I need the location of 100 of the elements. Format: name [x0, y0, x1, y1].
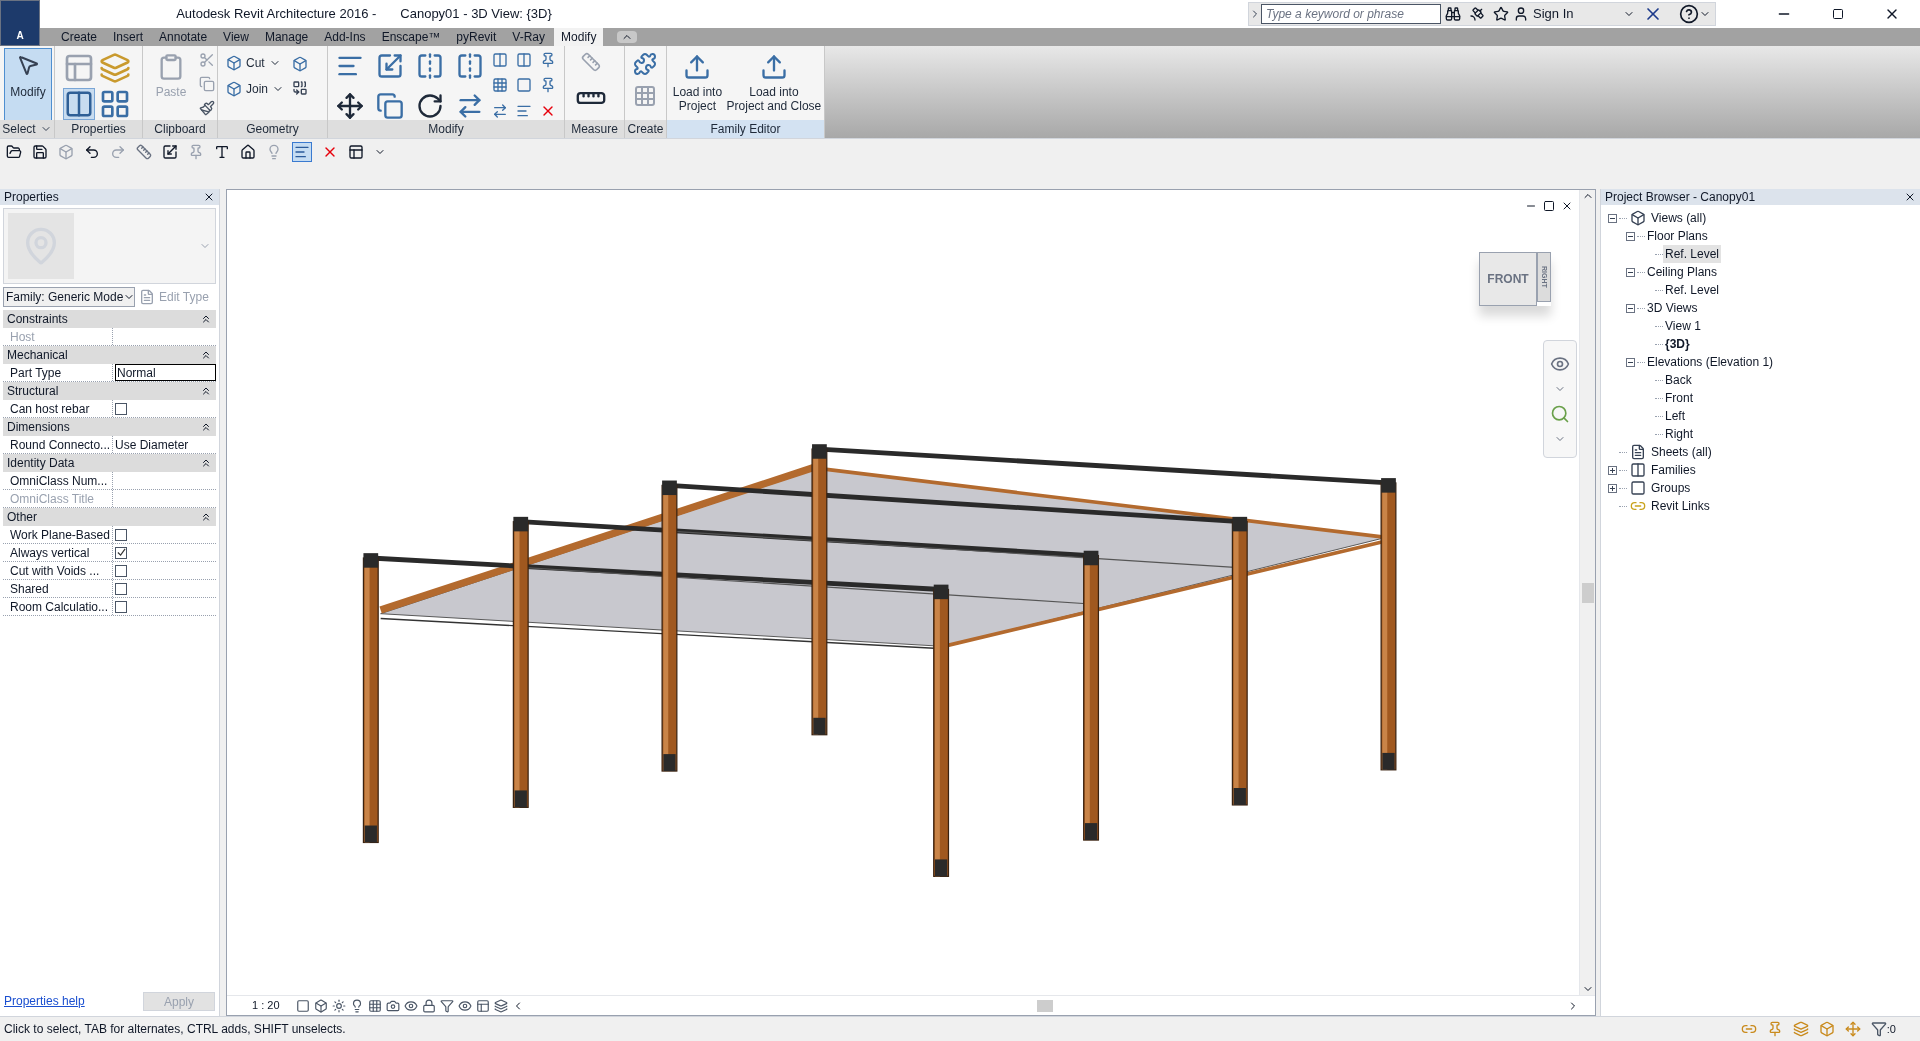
close-icon[interactable] — [203, 191, 215, 203]
ribbon-tab[interactable]: Enscape™ — [374, 28, 448, 46]
ribbon-tab[interactable]: Modify — [554, 28, 604, 46]
scrollbar-thumb[interactable] — [1037, 999, 1054, 1012]
restore-icon[interactable] — [1832, 8, 1844, 20]
switch-windows-icon[interactable] — [348, 144, 364, 160]
rotate-icon[interactable] — [416, 92, 444, 120]
expand-toggle-icon[interactable] — [1607, 483, 1617, 493]
ribbon-tool-button[interactable]: Join — [222, 78, 288, 100]
application-menu-button[interactable]: A — [0, 0, 40, 46]
sun-path-icon[interactable] — [331, 998, 346, 1013]
grid-icon[interactable] — [99, 88, 131, 120]
collapse-toggle-icon[interactable] — [1625, 357, 1635, 367]
shapes-icon[interactable] — [292, 80, 308, 96]
group-header: Constraints — [7, 311, 68, 328]
text-icon[interactable] — [214, 144, 230, 160]
checkbox[interactable] — [115, 402, 127, 415]
measure-icon[interactable] — [136, 144, 152, 160]
close-icon[interactable] — [1904, 191, 1916, 203]
ribbon-tab[interactable]: Annotate — [152, 28, 215, 46]
move-icon[interactable] — [336, 92, 364, 120]
tree-item[interactable]: Ceiling Plans — [1645, 263, 1720, 281]
tree-item[interactable]: Sheets (all) — [1649, 443, 1714, 461]
array-icon[interactable] — [492, 77, 508, 94]
collapse-toggle-icon[interactable] — [1625, 231, 1635, 241]
tree-item[interactable]: Ref. Level — [1663, 281, 1722, 299]
scrollbar-thumb[interactable] — [1581, 582, 1594, 603]
match-properties-icon[interactable] — [199, 100, 215, 116]
tree-item[interactable]: View 1 — [1663, 317, 1703, 335]
type-selector[interactable]: Family: Generic Mode — [3, 287, 135, 307]
open-icon[interactable] — [6, 144, 22, 160]
zoom-icon — [1550, 403, 1570, 424]
property-label: Cut with Voids ... — [3, 562, 113, 579]
restore-icon[interactable] — [1543, 200, 1555, 212]
ribbon-tab[interactable]: Create — [54, 28, 105, 46]
expand-toggle-icon[interactable] — [1607, 465, 1617, 475]
collapse-toggle-icon[interactable] — [1625, 303, 1635, 313]
house-icon[interactable] — [240, 144, 256, 160]
collapse-icon[interactable] — [200, 421, 212, 433]
mirror-icon[interactable] — [416, 52, 444, 80]
tree-item[interactable]: {3D} — [1663, 335, 1692, 353]
close-icon[interactable] — [1561, 200, 1573, 212]
ribbon-tab[interactable]: View — [216, 28, 256, 46]
checkbox[interactable] — [115, 528, 127, 541]
collapse-toggle-icon[interactable] — [1607, 213, 1617, 223]
thin-lines-icon[interactable] — [292, 142, 312, 162]
ribbon-tab[interactable]: pyRevit — [449, 28, 504, 46]
property-label: Round Connecto... — [3, 436, 113, 453]
tree-item[interactable]: Groups — [1649, 479, 1693, 497]
ribbon-tool-button[interactable]: Load into Project — [671, 48, 724, 120]
panel-label: Create — [627, 121, 664, 138]
collapse-icon[interactable] — [200, 457, 212, 469]
save-icon[interactable] — [32, 144, 48, 160]
checkbox[interactable] — [115, 546, 127, 559]
cube-icon[interactable] — [292, 56, 308, 72]
navigation-bar[interactable] — [1543, 340, 1577, 458]
tree-item[interactable]: 3D Views — [1645, 299, 1700, 317]
tree-item[interactable]: Floor Plans — [1645, 227, 1710, 245]
checkbox[interactable] — [115, 600, 127, 613]
ribbon-tool-button[interactable]: Modify — [4, 48, 52, 120]
tree-item[interactable]: Elevations (Elevation 1) — [1645, 353, 1776, 371]
sign-in-button[interactable]: Sign In — [1513, 4, 1623, 24]
collapse-icon[interactable] — [200, 385, 212, 397]
tree-item[interactable]: Revit Links — [1649, 497, 1712, 515]
tree-item[interactable]: Right — [1663, 425, 1695, 443]
checkbox[interactable] — [115, 582, 127, 595]
lock-view-icon[interactable] — [421, 998, 436, 1013]
checkbox[interactable] — [115, 564, 127, 577]
help-link[interactable]: Properties help — [4, 992, 85, 1010]
help-icon[interactable] — [1679, 4, 1699, 24]
collapse-icon[interactable] — [200, 349, 212, 361]
view-scale[interactable]: 1 : 20 — [252, 997, 280, 1014]
tree-item[interactable]: Back — [1663, 371, 1694, 389]
star-icon[interactable] — [1493, 6, 1509, 22]
property-label: Host — [3, 328, 113, 345]
ribbon-tool-button[interactable]: Cut — [222, 52, 288, 74]
tree-item[interactable]: Ref. Level — [1663, 245, 1722, 263]
ribbon-tab[interactable]: Manage — [257, 28, 316, 46]
ribbon-tab[interactable]: Insert — [106, 28, 151, 46]
collapse-icon[interactable] — [200, 511, 212, 523]
ribbon-tab[interactable]: Add-Ins — [317, 28, 373, 46]
pin-icon[interactable] — [540, 77, 556, 94]
group-header: Mechanical — [7, 347, 68, 364]
property-field[interactable]: Normal — [115, 364, 216, 381]
ribbon-tab[interactable]: V-Ray — [505, 28, 553, 46]
collapse-toggle-icon[interactable] — [1625, 267, 1635, 277]
search-field[interactable]: Type a keyword or phrase — [1261, 4, 1441, 24]
ribbon-toggle-button[interactable] — [617, 31, 638, 43]
tree-item[interactable]: Front — [1663, 389, 1695, 407]
satellite-icon[interactable] — [1469, 6, 1485, 22]
filter-icon[interactable] — [1870, 1021, 1887, 1037]
copy-icon[interactable] — [376, 92, 404, 120]
tree-item[interactable]: Views (all) — [1649, 209, 1709, 227]
cube-icon — [226, 81, 242, 97]
binoculars-icon[interactable] — [1445, 6, 1461, 22]
undo-icon[interactable] — [84, 144, 100, 160]
tree-item[interactable]: Left — [1663, 407, 1687, 425]
tree-item[interactable]: Families — [1649, 461, 1698, 479]
collapse-icon[interactable] — [200, 313, 212, 325]
ribbon-tool-button[interactable]: Load into Project and Close — [727, 48, 820, 120]
